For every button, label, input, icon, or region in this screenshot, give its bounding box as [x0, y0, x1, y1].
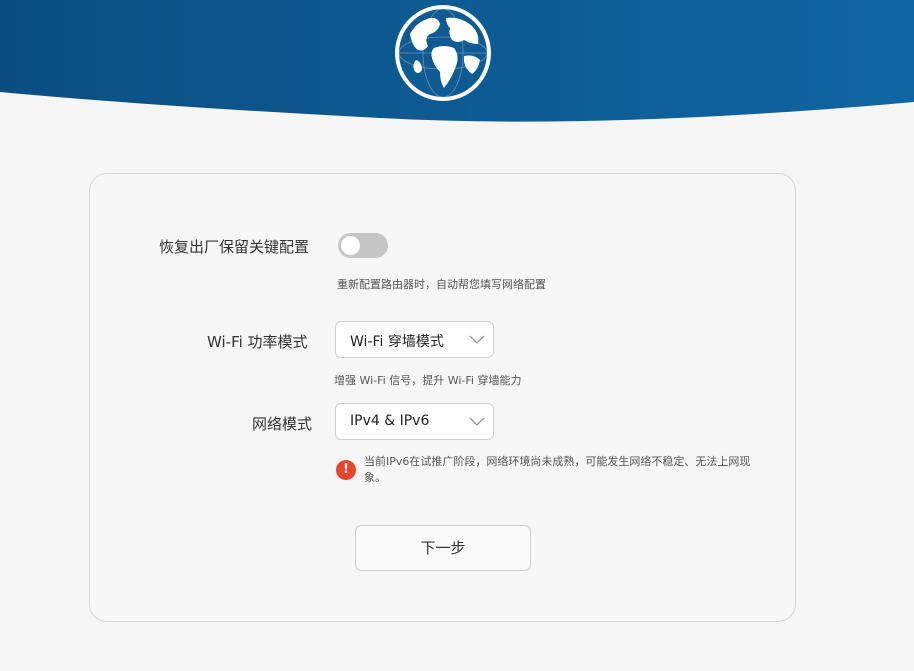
- restore-hint: 重新配置路由器时，自动帮您填写网络配置: [337, 278, 546, 291]
- restore-label: 恢复出厂保留关键配置: [159, 238, 310, 256]
- network-mode-label: 网络模式: [252, 415, 313, 433]
- wifi-power-value: Wi-Fi 穿墙模式: [350, 334, 444, 350]
- chevron-down-icon: [469, 335, 485, 344]
- globe-icon: [394, 4, 492, 102]
- chevron-down-icon: [469, 417, 485, 426]
- restore-toggle[interactable]: [338, 233, 388, 258]
- toggle-knob: [341, 236, 360, 255]
- setup-card: 恢复出厂保留关键配置 重新配置路由器时，自动帮您填写网络配置 Wi-Fi 功率模…: [89, 173, 796, 622]
- wifi-power-label: Wi-Fi 功率模式: [207, 333, 308, 351]
- wifi-power-select[interactable]: Wi-Fi 穿墙模式: [335, 321, 494, 358]
- network-mode-value: IPv4 & IPv6: [350, 413, 430, 429]
- next-button[interactable]: 下一步: [355, 525, 531, 571]
- header-banner: [0, 0, 914, 125]
- network-mode-select[interactable]: IPv4 & IPv6: [335, 403, 494, 440]
- wifi-power-hint: 增强 Wi-Fi 信号，提升 Wi-Fi 穿墙能力: [334, 374, 522, 387]
- ipv6-warning: 当前IPv6在试推广阶段，网络环境尚未成熟，可能发生网络不稳定、无法上网现象。: [364, 455, 751, 484]
- exclamation-icon: !: [336, 460, 356, 480]
